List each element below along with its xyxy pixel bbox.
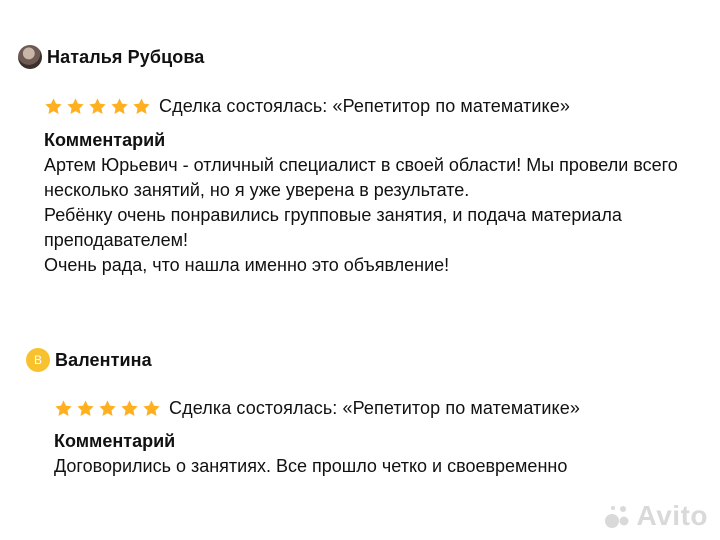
author-name[interactable]: Валентина — [55, 350, 152, 371]
avito-watermark: Avito — [603, 500, 708, 532]
comment-title: Комментарий — [44, 130, 166, 150]
avito-logo-icon — [603, 502, 633, 530]
review-comment: Комментарий Договорились о занятиях. Все… — [54, 429, 704, 479]
star-icon — [98, 399, 117, 418]
review-comment: Комментарий Артем Юрьевич - отличный спе… — [44, 128, 708, 278]
comment-line: Ребёнку очень понравились групповые заня… — [44, 205, 622, 225]
avatar[interactable]: В — [26, 348, 50, 372]
comment-title: Комментарий — [54, 431, 176, 451]
comment-line: несколько занятий, но я уже уверена в ре… — [44, 180, 470, 200]
star-icon — [132, 97, 151, 116]
comment-line: Очень рада, что нашла именно это объявле… — [44, 255, 450, 275]
review-author[interactable]: Наталья Рубцова — [18, 42, 714, 72]
deal-text: Сделка состоялась: «Репетитор по математ… — [169, 397, 580, 418]
review-card: В Валентина Сделка состоялась: «Репетито… — [26, 345, 716, 479]
avatar-letter: В — [33, 353, 42, 367]
rating-row: Сделка состоялась: «Репетитор по математ… — [44, 94, 714, 118]
rating-row: Сделка состоялась: «Репетитор по математ… — [54, 396, 716, 420]
star-icon — [110, 97, 129, 116]
review-author[interactable]: В Валентина — [26, 345, 716, 375]
comment-line: преподавателем! — [44, 230, 188, 250]
watermark-text: Avito — [636, 500, 708, 531]
comment-line: Артем Юрьевич - отличный специалист в св… — [44, 155, 678, 175]
review-card: Наталья Рубцова Сделка состоялась: «Репе… — [18, 42, 714, 278]
deal-text: Сделка состоялась: «Репетитор по математ… — [159, 95, 570, 116]
star-rating — [44, 97, 154, 116]
star-icon — [88, 97, 107, 116]
author-name[interactable]: Наталья Рубцова — [47, 47, 204, 68]
comment-line: Договорились о занятиях. Все прошло четк… — [54, 456, 568, 476]
star-icon — [76, 399, 95, 418]
star-icon — [54, 399, 73, 418]
star-icon — [120, 399, 139, 418]
avatar[interactable] — [18, 45, 42, 69]
star-icon — [44, 97, 63, 116]
star-icon — [142, 399, 161, 418]
star-rating — [54, 399, 164, 418]
star-icon — [66, 97, 85, 116]
